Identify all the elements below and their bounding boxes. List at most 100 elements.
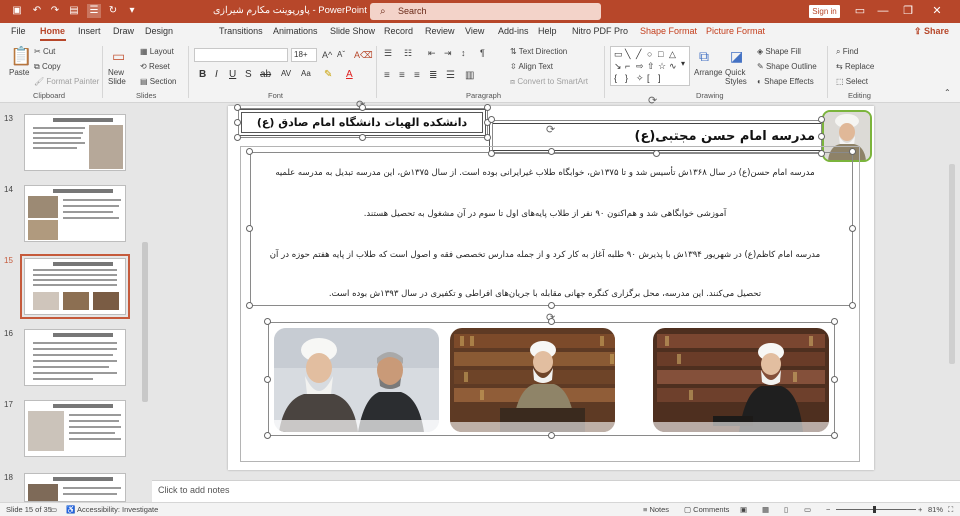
layout-icon[interactable]: ☰ xyxy=(87,4,101,18)
thumbnail-scrollbar[interactable] xyxy=(142,242,148,402)
resize-handle[interactable] xyxy=(264,376,271,383)
zoom-level[interactable]: 81% xyxy=(928,505,943,514)
resize-handle[interactable] xyxy=(234,134,241,141)
spelling-icon[interactable]: ▭ xyxy=(50,505,57,514)
slide-thumbnail[interactable] xyxy=(24,185,126,242)
tab-animations[interactable]: Animations xyxy=(273,26,318,36)
highlight-icon[interactable]: ✎ xyxy=(324,69,332,80)
quick-styles-icon[interactable]: ◪ xyxy=(730,48,743,65)
tab-nitro-pdf[interactable]: Nitro PDF Pro xyxy=(572,26,628,36)
distributed-icon[interactable]: ☰ xyxy=(446,70,455,81)
arrange-icon[interactable]: ⧉ xyxy=(699,48,709,65)
slide-thumbnail[interactable] xyxy=(24,329,126,386)
change-case-icon[interactable]: Aa xyxy=(301,69,311,78)
zoom-out-icon[interactable]: − xyxy=(826,505,830,514)
save-icon[interactable]: ▣ xyxy=(10,4,24,18)
columns-icon[interactable]: ▥ xyxy=(465,70,474,81)
arrange-button[interactable]: Arrange xyxy=(694,68,722,77)
new-slide-button[interactable]: New Slide xyxy=(108,68,136,86)
shapes-gallery[interactable]: ▭ ╲ ╱ ○ □ △ ↘ ⌐ ⇨ ⇧ ☆ ∿ { } ✧ [ ] ▾ xyxy=(610,46,690,86)
font-name-input[interactable] xyxy=(194,48,288,62)
zoom-in-icon[interactable]: + xyxy=(918,505,922,514)
resize-handle[interactable] xyxy=(653,150,660,157)
resize-handle[interactable] xyxy=(488,116,495,123)
resize-handle[interactable] xyxy=(484,104,491,111)
strikethrough-icon[interactable]: ab xyxy=(260,69,271,80)
resize-handle[interactable] xyxy=(831,318,838,325)
normal-view-icon[interactable]: ▣ xyxy=(740,505,747,514)
tab-shape-format[interactable]: Shape Format xyxy=(640,26,697,36)
resize-handle[interactable] xyxy=(359,134,366,141)
shape-fill-button[interactable]: ◈ Shape Fill xyxy=(757,47,801,56)
ltr-icon[interactable]: ¶ xyxy=(480,48,485,58)
tab-insert[interactable]: Insert xyxy=(78,26,101,36)
layout-button[interactable]: ▦ Layout xyxy=(140,47,174,56)
resize-handle[interactable] xyxy=(488,150,495,157)
italic-icon[interactable]: I xyxy=(215,69,218,80)
zoom-slider-thumb[interactable] xyxy=(873,506,876,513)
bold-icon[interactable]: B xyxy=(199,69,206,80)
slide-sorter-icon[interactable]: ▦ xyxy=(762,505,769,514)
character-spacing-icon[interactable]: AV xyxy=(281,69,291,78)
resize-handle[interactable] xyxy=(548,148,555,155)
reading-view-icon[interactable]: ▯ xyxy=(784,505,788,514)
canvas-scrollbar[interactable] xyxy=(944,104,960,480)
comments-button[interactable]: ▢ Comments xyxy=(684,505,729,514)
tab-design[interactable]: Design xyxy=(145,26,173,36)
clear-formatting-icon[interactable]: A⌫ xyxy=(354,50,373,61)
slide-thumbnail[interactable] xyxy=(24,400,126,457)
rotate-handle-icon[interactable]: ⟳ xyxy=(648,94,657,107)
replace-button[interactable]: ⇆ Replace xyxy=(836,62,874,71)
resize-handle[interactable] xyxy=(849,148,856,155)
notes-button[interactable]: ≡ Notes xyxy=(643,505,669,514)
tab-view[interactable]: View xyxy=(465,26,484,36)
tab-draw[interactable]: Draw xyxy=(113,26,134,36)
sign-in-button[interactable]: Sign in xyxy=(809,5,840,18)
format-painter-button[interactable]: 🖌 Format Painter xyxy=(34,77,99,86)
photo-study-image[interactable] xyxy=(653,328,829,432)
bullets-icon[interactable]: ☰ xyxy=(384,48,392,59)
slideshow-from-start-icon[interactable]: ▤ xyxy=(67,4,81,18)
resize-handle[interactable] xyxy=(234,104,241,111)
resize-handle[interactable] xyxy=(234,119,241,126)
minimize-icon[interactable]: — xyxy=(876,3,890,19)
shape-outline-button[interactable]: ✎ Shape Outline xyxy=(757,62,817,71)
paste-icon[interactable]: 📋 xyxy=(10,46,32,67)
resize-handle[interactable] xyxy=(359,104,366,111)
resize-handle[interactable] xyxy=(849,302,856,309)
close-icon[interactable]: ✕ xyxy=(930,3,944,19)
resize-handle[interactable] xyxy=(246,225,253,232)
slide[interactable]: دانشکده الهیات دانشگاه امام صادق (ع) مدر… xyxy=(228,95,874,470)
slide-thumbnail-selected[interactable] xyxy=(20,254,130,319)
resize-handle[interactable] xyxy=(849,225,856,232)
shrink-font-icon[interactable]: Aˇ xyxy=(337,50,345,59)
tab-add-ins[interactable]: Add-ins xyxy=(498,26,529,36)
resize-handle[interactable] xyxy=(548,302,555,309)
resize-handle[interactable] xyxy=(484,134,491,141)
font-color-icon[interactable]: A xyxy=(346,69,353,80)
new-slide-icon[interactable]: ▭ xyxy=(112,48,125,65)
tab-transitions[interactable]: Transitions xyxy=(219,26,263,36)
shape-effects-button[interactable]: ◐ Shape Effects xyxy=(757,77,814,86)
underline-icon[interactable]: U xyxy=(229,69,236,80)
tab-picture-format[interactable]: Picture Format xyxy=(706,26,765,36)
line-spacing-icon[interactable]: ↕ xyxy=(461,48,466,58)
share-button[interactable]: ⇪ Share xyxy=(914,26,949,37)
grow-font-icon[interactable]: A^ xyxy=(322,50,332,60)
tab-help[interactable]: Help xyxy=(538,26,557,36)
shadow-icon[interactable]: S xyxy=(245,69,252,80)
select-button[interactable]: ⬚ Select xyxy=(836,77,868,86)
collapse-ribbon-icon[interactable]: ⌃ xyxy=(944,88,951,97)
resize-handle[interactable] xyxy=(818,150,825,157)
font-size-input[interactable]: 18+ xyxy=(291,48,317,62)
redo-icon[interactable]: ↷ xyxy=(48,4,62,18)
resize-handle[interactable] xyxy=(246,302,253,309)
convert-smartart-button[interactable]: ⧈ Convert to SmartArt xyxy=(510,77,588,87)
align-center-icon[interactable]: ≡ xyxy=(399,70,405,81)
fit-slide-icon[interactable]: ⛶ xyxy=(948,505,953,515)
copy-button[interactable]: ⧉ Copy xyxy=(34,62,61,72)
accessibility-button[interactable]: ♿ Accessibility: Investigate xyxy=(66,505,158,514)
notes-pane[interactable]: Click to add notes xyxy=(152,480,960,502)
slide-thumbnail[interactable] xyxy=(24,473,126,502)
tab-slide-show[interactable]: Slide Show xyxy=(330,26,375,36)
